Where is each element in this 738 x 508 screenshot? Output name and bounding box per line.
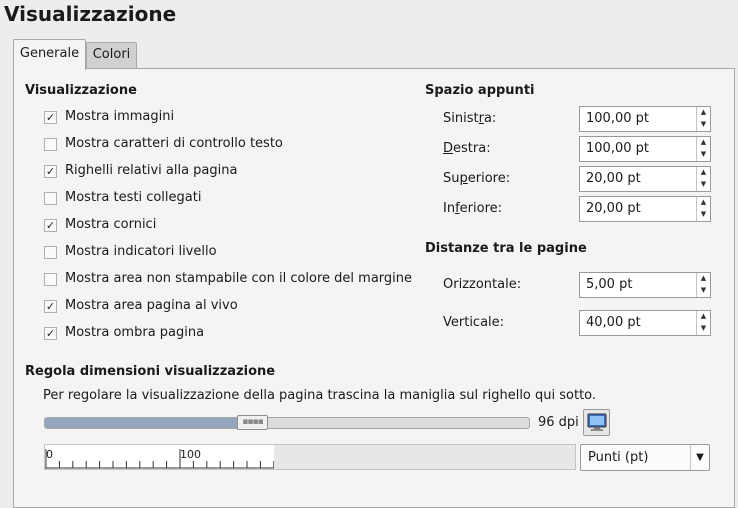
ruler-ticks — [45, 449, 275, 469]
option-label: Mostra cornici — [65, 217, 157, 232]
dpi-slider-handle[interactable]: ▪▪▪▪ — [237, 415, 268, 430]
option-label: Mostra area pagina al vivo — [65, 298, 238, 313]
ruler-label-100: 100 — [180, 448, 201, 461]
option-row[interactable]: ✓ Mostra ombra pagina — [44, 324, 204, 342]
gap-horizontal-label: Orizzontale: — [443, 277, 522, 292]
scratch-left-spinbox[interactable]: 100,00 pt ▲ ▼ — [579, 106, 711, 132]
checkbox-unchecked[interactable] — [44, 137, 57, 151]
dpi-value: 96 dpi — [538, 415, 579, 430]
option-row[interactable]: ✓ Mostra area pagina al vivo — [44, 297, 238, 315]
scratch-top-spinbox[interactable]: 20,00 pt ▲ ▼ — [579, 166, 711, 192]
option-row[interactable]: ✓ Righelli relativi alla pagina — [44, 162, 237, 180]
spin-down-icon[interactable]: ▼ — [697, 323, 710, 335]
tab-colori[interactable]: Colori — [86, 42, 137, 68]
spin-up-icon[interactable]: ▲ — [697, 197, 710, 209]
display-section-heading: Visualizzazione — [25, 83, 137, 98]
spin-down-icon[interactable]: ▼ — [697, 119, 710, 131]
checkbox-checked[interactable]: ✓ — [44, 218, 57, 232]
checkbox-unchecked[interactable] — [44, 191, 57, 205]
spin-down-icon[interactable]: ▼ — [697, 149, 710, 161]
option-label: Mostra caratteri di controllo testo — [65, 136, 283, 151]
scratch-right-value[interactable]: 100,00 pt — [580, 137, 696, 161]
option-label: Mostra indicatori livello — [65, 244, 217, 259]
scratch-left-value[interactable]: 100,00 pt — [580, 107, 696, 131]
option-row[interactable]: Mostra indicatori livello — [44, 243, 217, 261]
scratch-top-label: Superiore: — [443, 171, 511, 186]
monitor-button[interactable] — [583, 409, 610, 436]
option-label: Mostra immagini — [65, 109, 175, 124]
option-row[interactable]: ✓ Mostra immagini — [44, 108, 174, 126]
scratch-right-label: Destra: — [443, 141, 491, 156]
dropdown-arrow-icon[interactable]: ▼ — [690, 445, 709, 470]
page-gaps-heading: Distanze tra le pagine — [425, 241, 587, 256]
scratch-bottom-spinbox[interactable]: 20,00 pt ▲ ▼ — [579, 196, 711, 222]
option-label: Mostra ombra pagina — [65, 325, 205, 340]
scratch-left-label: Sinistra: — [443, 111, 497, 126]
display-size-heading: Regola dimensioni visualizzazione — [25, 364, 276, 379]
option-label: Righelli relativi alla pagina — [65, 163, 238, 178]
spin-up-icon[interactable]: ▲ — [697, 273, 710, 285]
checkbox-unchecked[interactable] — [44, 245, 57, 259]
option-label: Mostra area non stampabile con il colore… — [65, 271, 413, 286]
tab-generale[interactable]: Generale — [13, 39, 86, 70]
spin-up-icon[interactable]: ▲ — [697, 311, 710, 323]
gap-horizontal-spinbox[interactable]: 5,00 pt ▲ ▼ — [579, 272, 711, 298]
spin-down-icon[interactable]: ▼ — [697, 209, 710, 221]
page-title: Visualizzazione — [4, 2, 177, 26]
scratch-bottom-label: Inferiore: — [443, 201, 503, 216]
spin-down-icon[interactable]: ▼ — [697, 179, 710, 191]
unit-select-value[interactable]: Punti (pt) — [581, 445, 690, 470]
dpi-slider-fill — [45, 418, 252, 428]
gap-horizontal-value[interactable]: 5,00 pt — [580, 273, 696, 297]
checkbox-checked[interactable]: ✓ — [44, 299, 57, 313]
gap-vertical-spinbox[interactable]: 40,00 pt ▲ ▼ — [579, 310, 711, 336]
option-row[interactable]: Mostra area non stampabile con il colore… — [44, 270, 412, 288]
spin-up-icon[interactable]: ▲ — [697, 107, 710, 119]
checkbox-checked[interactable]: ✓ — [44, 326, 57, 340]
gap-vertical-label: Verticale: — [443, 315, 505, 330]
spin-up-icon[interactable]: ▲ — [697, 167, 710, 179]
option-label: Mostra testi collegati — [65, 190, 202, 205]
option-row[interactable]: Mostra testi collegati — [44, 189, 201, 207]
checkbox-checked[interactable]: ✓ — [44, 110, 57, 124]
checkbox-checked[interactable]: ✓ — [44, 164, 57, 178]
ruler-label-0: 0 — [46, 448, 53, 461]
scratch-top-value[interactable]: 20,00 pt — [580, 167, 696, 191]
display-size-hint: Per regolare la visualizzazione della pa… — [43, 388, 597, 403]
spin-up-icon[interactable]: ▲ — [697, 137, 710, 149]
ruler-scale — [45, 445, 275, 469]
option-row[interactable]: Mostra caratteri di controllo testo — [44, 135, 283, 153]
gap-vertical-value[interactable]: 40,00 pt — [580, 311, 696, 335]
spin-down-icon[interactable]: ▼ — [697, 285, 710, 297]
checkbox-unchecked[interactable] — [44, 272, 57, 286]
scratch-right-spinbox[interactable]: 100,00 pt ▲ ▼ — [579, 136, 711, 162]
scratch-space-heading: Spazio appunti — [425, 83, 535, 98]
scratch-bottom-value[interactable]: 20,00 pt — [580, 197, 696, 221]
option-row[interactable]: ✓ Mostra cornici — [44, 216, 156, 234]
monitor-icon — [587, 413, 606, 431]
unit-select[interactable]: Punti (pt) ▼ — [580, 444, 710, 471]
